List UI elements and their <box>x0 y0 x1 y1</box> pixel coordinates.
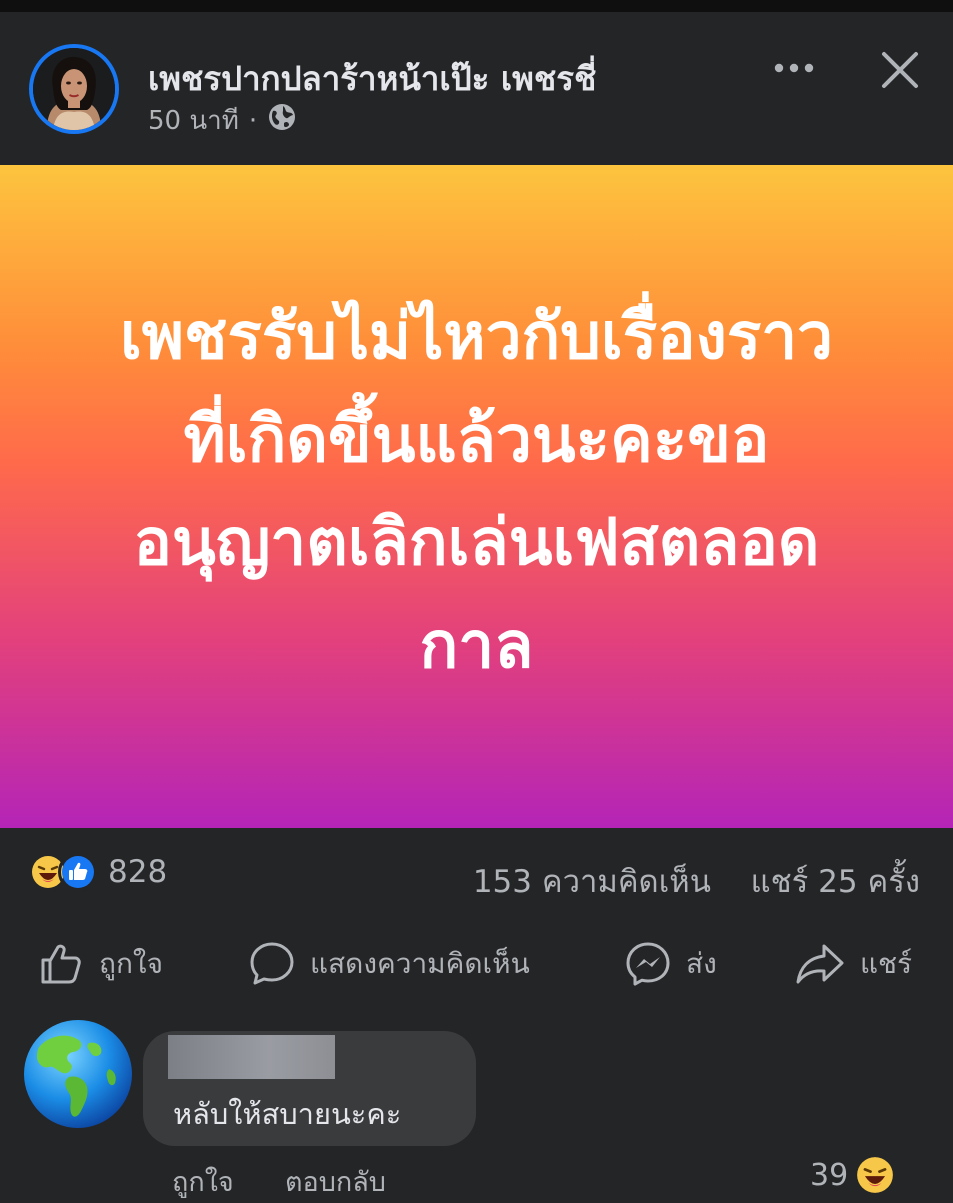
messenger-icon <box>626 942 670 986</box>
comment-count-link[interactable]: 153 ความคิดเห็น <box>473 864 711 900</box>
share-icon <box>796 944 844 984</box>
share-button[interactable]: แชร์ <box>794 940 912 988</box>
close-icon <box>882 52 918 88</box>
thumbs-up-icon <box>41 944 81 984</box>
author-avatar[interactable] <box>29 44 119 134</box>
post-meta: 50 นาที · <box>148 100 297 141</box>
share-count-link[interactable]: แชร์ 25 ครั้ง <box>751 864 920 900</box>
post-text-line: เพชรรับไม่ไหวกับเรื่องราว <box>119 299 834 374</box>
post-author-name[interactable]: เพชรปากปลาร้าหน้าเป๊ะ เพชรชี่ <box>148 52 596 105</box>
comment-icon <box>250 942 294 985</box>
post-text: เพชรรับไม่ไหวกับเรื่องราว ที่เกิดขึ้นแล้… <box>67 286 887 698</box>
close-button[interactable] <box>876 46 924 94</box>
comment-text: หลับให้สบายนะคะ <box>173 1097 402 1131</box>
send-button[interactable]: ส่ง <box>624 940 717 988</box>
post-time[interactable]: 50 นาที <box>148 100 239 141</box>
send-label: ส่ง <box>686 947 717 980</box>
like-label: ถูกใจ <box>99 947 163 980</box>
comment-reaction-summary[interactable]: 39 <box>810 1156 894 1194</box>
comment-like-button[interactable]: ถูกใจ <box>172 1160 234 1203</box>
meta-separator: · <box>248 105 258 136</box>
comment-reply-button[interactable]: ตอบกลับ <box>285 1160 386 1203</box>
post-stats: 153 ความคิดเห็น แชร์ 25 ครั้ง <box>473 856 920 906</box>
more-icon <box>774 63 814 73</box>
laugh-reaction-icon <box>857 1157 894 1193</box>
globe-icon <box>267 102 297 139</box>
like-reaction-icon <box>58 852 98 892</box>
comment-label: แสดงความคิดเห็น <box>310 947 530 980</box>
post-background-banner: เพชรรับไม่ไหวกับเรื่องราว ที่เกิดขึ้นแล้… <box>0 165 953 828</box>
post-action-bar: ถูกใจ แสดงความคิดเห็น ส่ง แชร์ <box>0 940 953 988</box>
post-header: เพชรปากปลาร้าหน้าเป๊ะ เพชรชี่ 50 นาที · <box>0 12 953 165</box>
reaction-count: 828 <box>108 854 168 890</box>
post-text-line: กาล <box>419 608 534 683</box>
more-options-button[interactable] <box>768 50 820 86</box>
commenter-avatar-globe[interactable] <box>23 1019 133 1129</box>
comment-button[interactable]: แสดงความคิดเห็น <box>248 940 530 988</box>
like-button[interactable]: ถูกใจ <box>37 940 163 988</box>
comment-bubble: หลับให้สบายนะคะ <box>143 1031 476 1146</box>
reaction-summary[interactable]: 828 <box>28 852 167 892</box>
post-text-line: ที่เกิดขึ้นแล้วนะคะขอ <box>183 402 770 477</box>
share-label: แชร์ <box>860 947 913 980</box>
comment-reaction-count: 39 <box>810 1157 849 1193</box>
globe-emoji-icon <box>24 1020 132 1128</box>
redacted-commenter-name <box>168 1035 335 1079</box>
status-bar-strip <box>0 0 953 12</box>
post-text-line: อนุญาตเลิกเล่นเฟสตลอด <box>133 505 820 580</box>
